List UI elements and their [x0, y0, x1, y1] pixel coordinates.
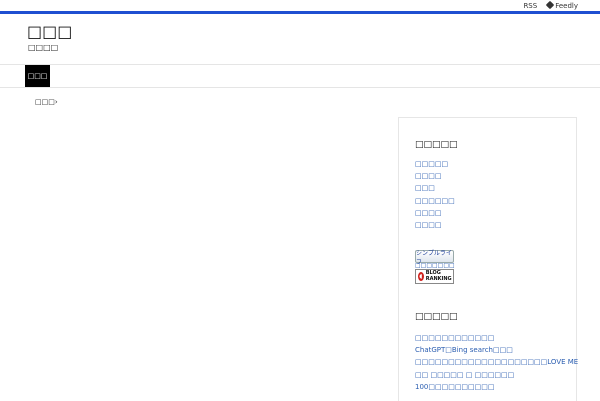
feedly-label: Feedly: [555, 2, 578, 10]
sidebar: □□□□□ □□□□□ □□□□ □□□ □□□□□□ □□□□ □□□□ シン…: [398, 117, 578, 401]
categories-list: □□□□□ □□□□ □□□ □□□□□□ □□□□ □□□□: [415, 158, 455, 231]
simple-life-caption[interactable]: □□□□□□□: [415, 262, 455, 269]
main-nav: □□□: [0, 64, 600, 88]
top-bar: RSS Feedly: [0, 0, 600, 11]
blog-ranking-label: BLOG RANKING: [425, 270, 452, 282]
site-title[interactable]: □□□: [27, 22, 72, 41]
category-item[interactable]: □□□□□□: [415, 195, 455, 207]
rss-link[interactable]: RSS: [523, 2, 537, 10]
recent-post-link[interactable]: □□ □□□□□ □ □□□□□□: [415, 369, 578, 381]
recent-posts-list: □□□□□□□□□□□□ ChatGPT□Bing search□□□ □□□□…: [415, 332, 578, 393]
feedly-icon: [545, 0, 555, 10]
category-item[interactable]: □□□□: [415, 170, 455, 182]
top-links: RSS Feedly: [523, 0, 578, 11]
top-accent-bar: [0, 11, 600, 14]
breadcrumb[interactable]: □□□›: [35, 98, 58, 106]
recent-post-link[interactable]: 100□□□□□□□□□□: [415, 381, 578, 393]
category-item[interactable]: □□□□: [415, 219, 455, 231]
site-description: □□□□: [28, 43, 59, 52]
feedly-link[interactable]: Feedly: [545, 0, 578, 10]
category-item[interactable]: □□□□□: [415, 158, 455, 170]
category-item[interactable]: □□□□: [415, 207, 455, 219]
recent-post-link[interactable]: ChatGPT□Bing search□□□: [415, 344, 578, 356]
blog-ranking-banner[interactable]: ◖ BLOG RANKING: [415, 269, 454, 284]
categories-title: □□□□□: [415, 140, 458, 150]
category-item[interactable]: □□□: [415, 182, 455, 194]
recent-post-link[interactable]: □□□□□□□□□□□□: [415, 332, 578, 344]
nav-item-home[interactable]: □□□: [25, 65, 50, 87]
blog-ranking-icon: ◖: [418, 272, 424, 281]
recent-post-link[interactable]: □□□□□□□□□□□□□□□□□□□□LOVE ME: [415, 356, 578, 368]
recent-posts-title: □□□□□: [415, 312, 458, 322]
